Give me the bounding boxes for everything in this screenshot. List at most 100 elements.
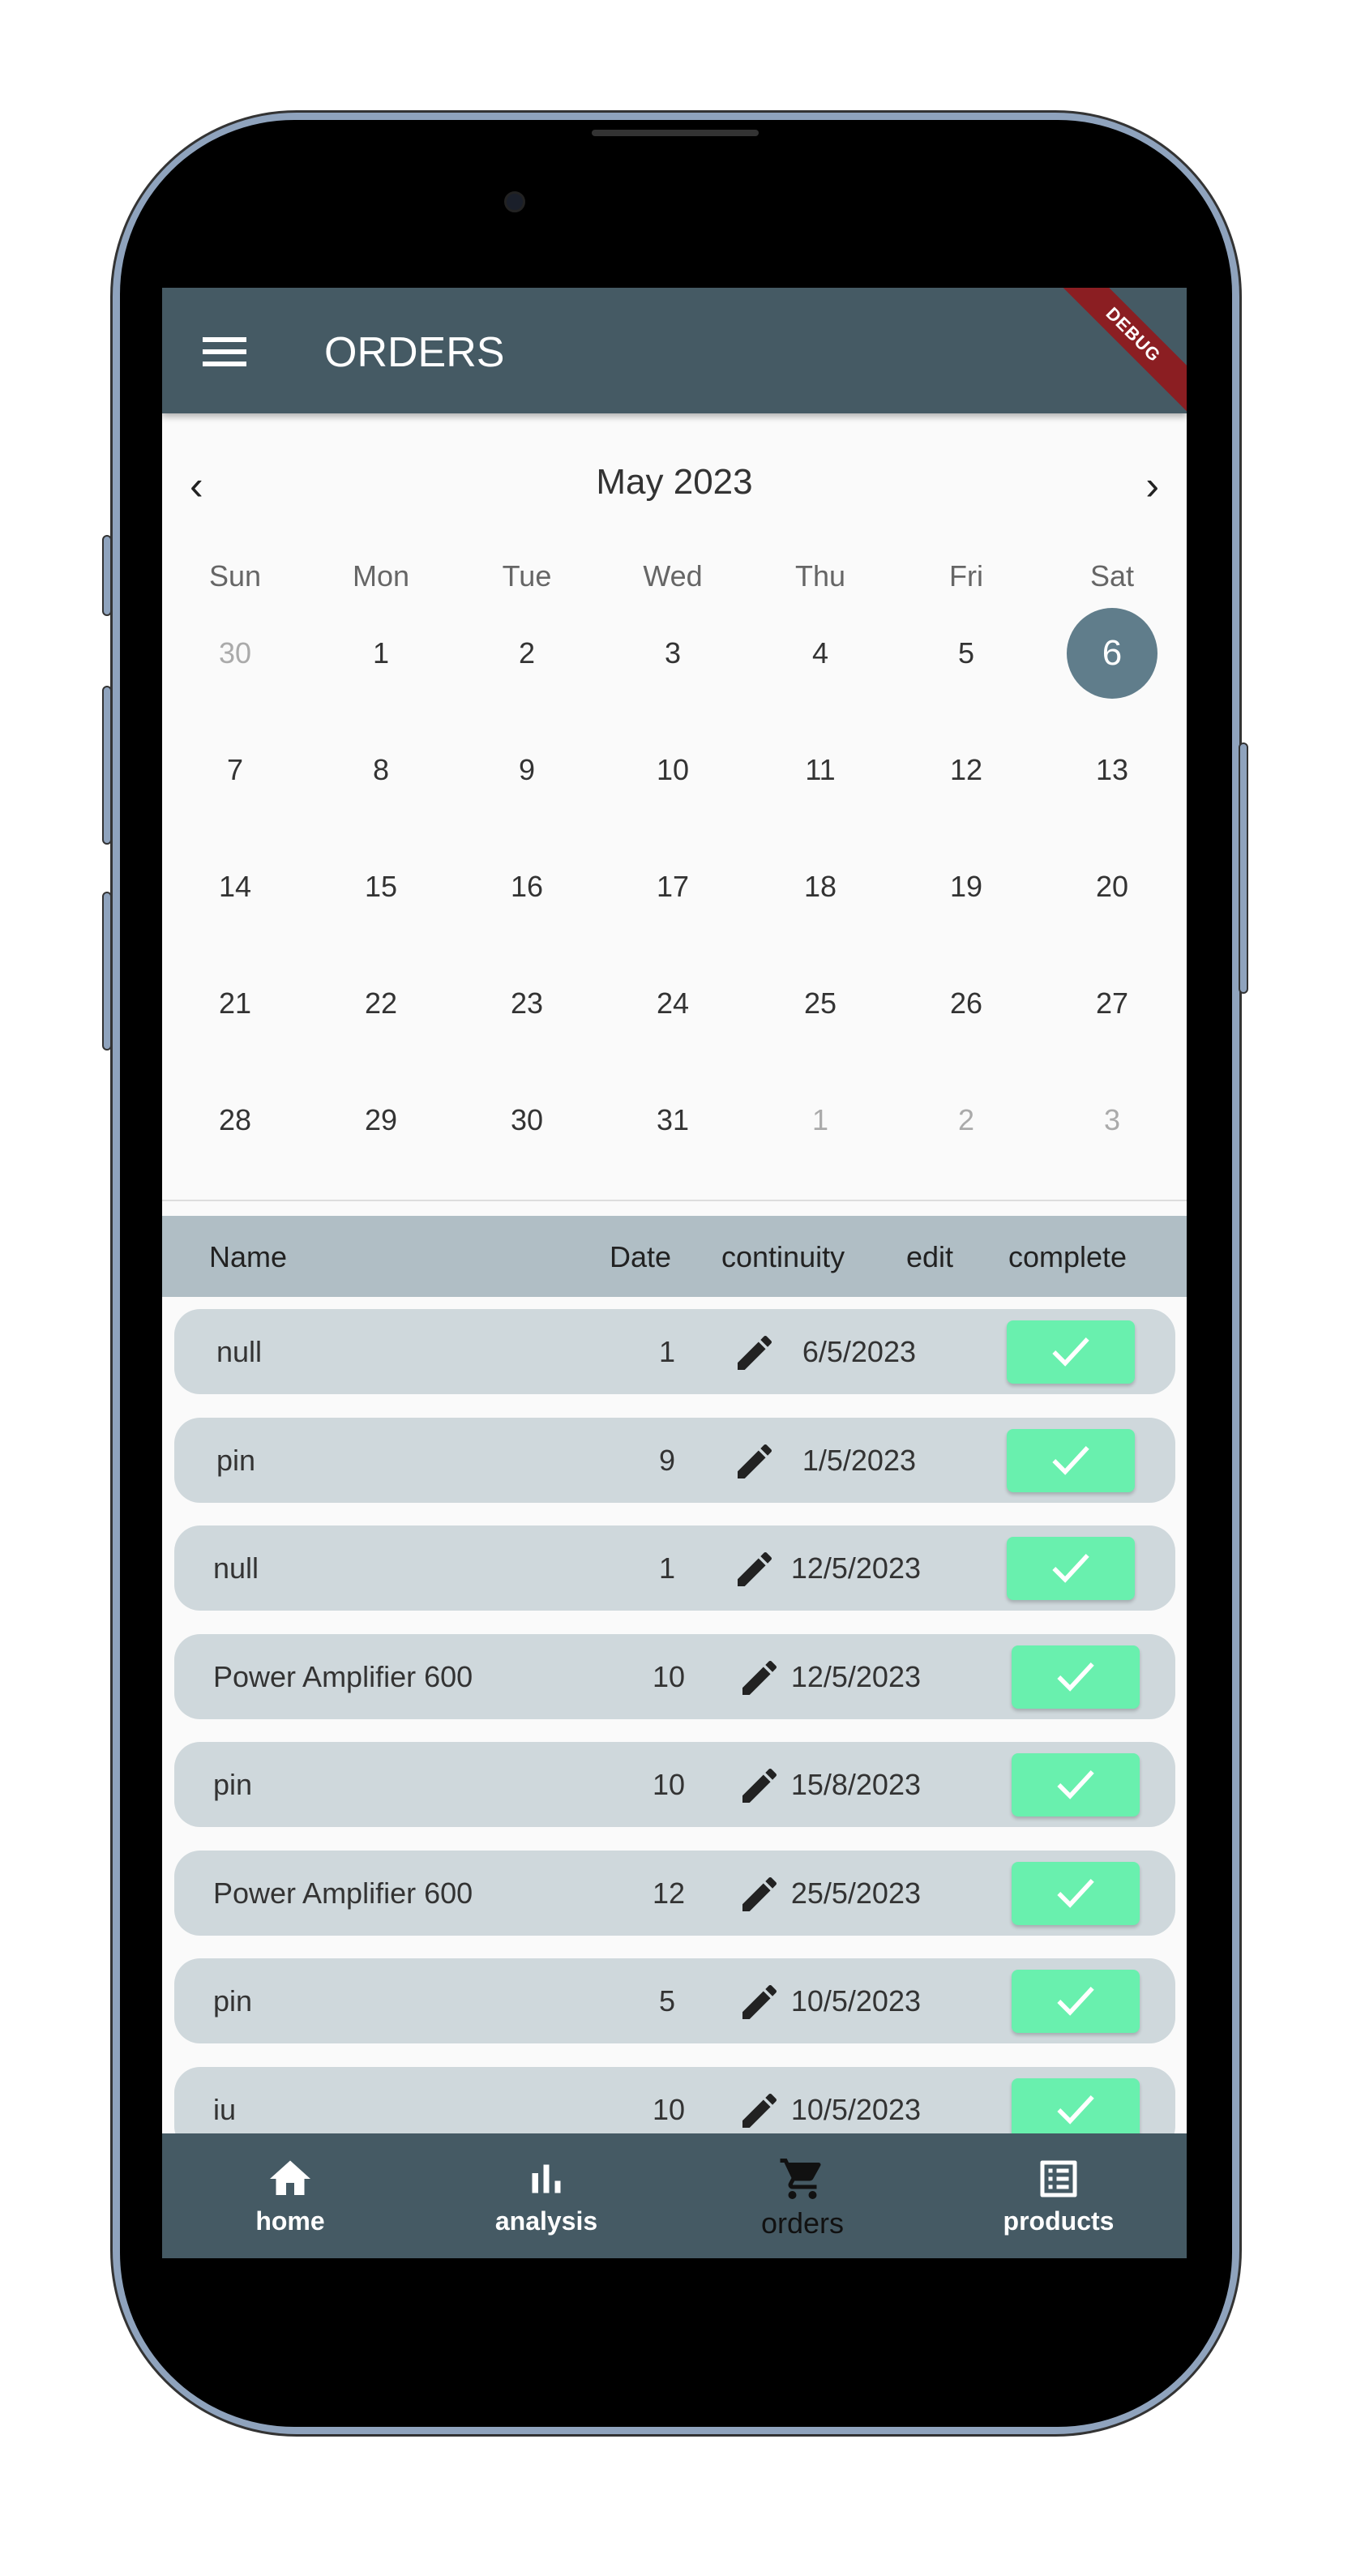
calendar-day[interactable]: 2 [921,1075,1012,1166]
calendar-day[interactable]: 5 [921,608,1012,699]
complete-button[interactable] [1012,1753,1140,1816]
app-bar: ORDERS DEBUG [162,288,1187,421]
nav-item-products[interactable]: products [931,2133,1187,2258]
chevron-left-icon[interactable]: ‹ [190,462,203,509]
weekday-label: Thu [794,559,846,593]
calendar-day[interactable]: 22 [336,958,426,1049]
order-date: 10/5/2023 [790,2092,921,2126]
header-edit: edit [906,1240,954,1273]
calendar-day[interactable]: 1 [336,608,426,699]
calendar-day[interactable]: 21 [190,958,280,1049]
weekday-label: Mon [352,559,410,593]
calendar-day[interactable]: 3 [1067,1075,1157,1166]
calendar-day[interactable]: 10 [627,725,718,815]
calendar-day[interactable]: 17 [627,841,718,932]
weekday-label: Sun [208,559,262,593]
complete-button[interactable] [1007,1320,1135,1384]
nav-item-analysis[interactable]: analysis [418,2133,674,2258]
nav-label: orders [760,2206,845,2240]
nav-item-orders[interactable]: orders [674,2133,931,2258]
calendar-day[interactable]: 31 [627,1075,718,1166]
calendar-day[interactable]: 3 [627,608,718,699]
calendar-day[interactable]: 7 [190,725,280,815]
volume-down-button [102,892,112,1051]
calendar-day[interactable]: 19 [921,841,1012,932]
calendar-day[interactable]: 11 [775,725,866,815]
calendar-day[interactable]: 12 [921,725,1012,815]
month-label: May 2023 [596,462,753,502]
chevron-right-icon[interactable]: › [1145,462,1159,509]
complete-button[interactable] [1012,1861,1140,1925]
edit-pencil-icon[interactable] [732,1330,777,1376]
table-row: pin 10/5/2023 5 [174,1958,1175,2043]
edit-pencil-icon[interactable] [732,1547,777,1592]
debug-banner: DEBUG [1046,288,1187,421]
nav-item-home[interactable]: home [162,2133,418,2258]
calendar-day[interactable]: 15 [336,841,426,932]
order-name: null [216,1335,263,1368]
order-continuity: 5 [659,1984,676,2018]
calendar-day[interactable]: 27 [1067,958,1157,1049]
edit-pencil-icon[interactable] [737,1763,782,1808]
calendar-day[interactable]: 20 [1067,841,1157,932]
calendar-day[interactable]: 8 [336,725,426,815]
calendar-day[interactable]: 30 [190,608,280,699]
weekday-label: Tue [502,559,552,593]
order-date: 12/5/2023 [790,1659,921,1693]
nav-label: analysis [494,2206,598,2236]
bottom-navigation: home analysis orders products [162,2133,1187,2258]
calendar-day[interactable]: 23 [481,958,572,1049]
camera [504,191,525,212]
page-title: ORDERS [324,329,505,376]
calendar-day[interactable]: 4 [775,608,866,699]
order-date: 25/5/2023 [790,1876,921,1910]
calendar-day[interactable]: 6 [1067,608,1157,699]
weekday-label: Fri [949,559,983,593]
order-continuity: 1 [659,1551,676,1585]
edit-pencil-icon[interactable] [737,1655,782,1701]
calendar-day[interactable]: 14 [190,841,280,932]
order-date: 1/5/2023 [802,1443,916,1477]
calendar-day[interactable]: 25 [775,958,866,1049]
header-date: Date [610,1240,672,1273]
order-name: pin [216,1443,256,1477]
order-date: 10/5/2023 [790,1984,921,2018]
edit-pencil-icon[interactable] [737,1872,782,1917]
calendar-day[interactable]: 9 [481,725,572,815]
complete-button[interactable] [1007,1537,1135,1600]
weekday-label: Sat [1089,559,1135,593]
edit-pencil-icon[interactable] [737,1979,782,2025]
speaker [592,130,759,136]
table-row: null 12/5/2023 1 [174,1525,1175,1611]
table-row: pin 15/8/2023 10 [174,1742,1175,1827]
table-row: pin 1/5/2023 9 [174,1417,1175,1503]
order-continuity: 9 [659,1443,676,1477]
complete-button[interactable] [1012,1970,1140,2033]
calendar-day[interactable]: 24 [627,958,718,1049]
calendar-day[interactable]: 29 [336,1075,426,1166]
calendar-day[interactable]: 30 [481,1075,572,1166]
complete-button[interactable] [1007,1428,1135,1492]
nav-label: products [1003,2206,1115,2236]
calendar-day[interactable]: 18 [775,841,866,932]
header-name: Name [209,1240,288,1273]
order-continuity: 10 [653,2092,686,2126]
calendar-day[interactable]: 16 [481,841,572,932]
order-date: 15/8/2023 [790,1768,921,1801]
complete-button[interactable] [1012,2077,1140,2142]
order-name: pin [213,1984,253,2018]
hamburger-menu-icon[interactable] [203,337,246,366]
table-row: Power Amplifier 600 25/5/2023 12 [174,1850,1175,1936]
order-date: 6/5/2023 [802,1335,916,1368]
mute-switch [102,535,112,616]
edit-pencil-icon[interactable] [732,1439,777,1484]
order-name: Power Amplifier 600 [213,1659,473,1693]
calendar-day[interactable]: 13 [1067,725,1157,815]
calendar-day[interactable]: 1 [775,1075,866,1166]
calendar-day[interactable]: 2 [481,608,572,699]
calendar-day[interactable]: 28 [190,1075,280,1166]
order-name: Power Amplifier 600 [213,1876,473,1910]
calendar-day[interactable]: 26 [921,958,1012,1049]
complete-button[interactable] [1012,1645,1140,1709]
edit-pencil-icon[interactable] [737,2088,782,2133]
